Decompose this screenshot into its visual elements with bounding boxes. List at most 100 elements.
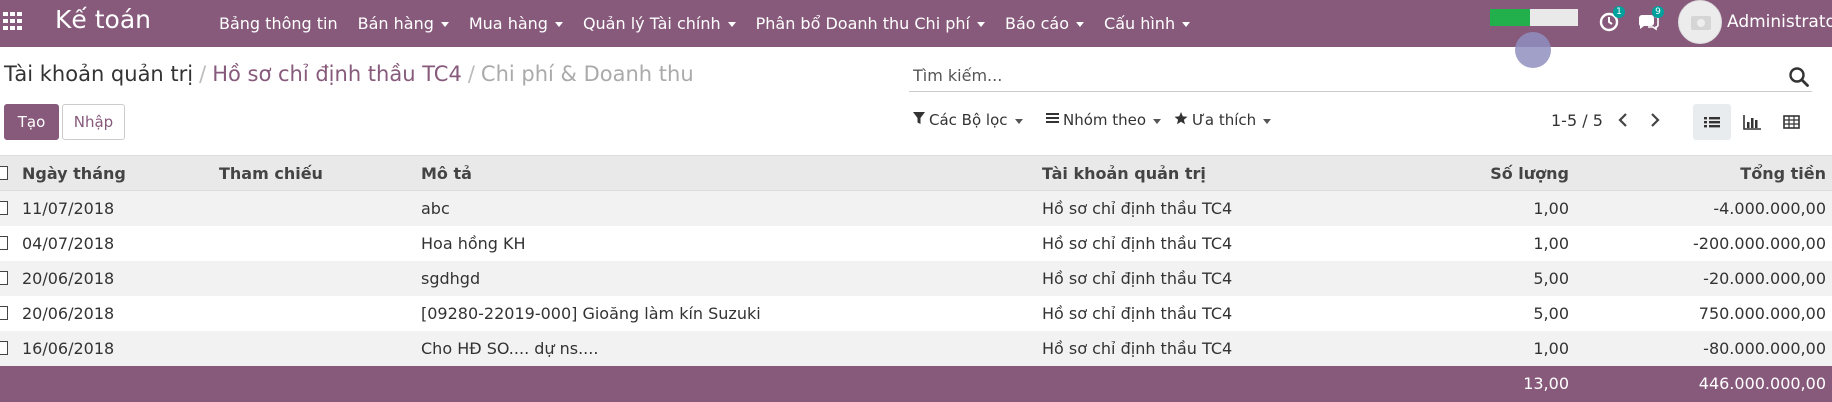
cell-total: -4.000.000,00 [1713, 199, 1826, 218]
user-avatar[interactable] [1678, 0, 1722, 44]
breadcrumb: Tài khoản quản trị / Hồ sơ chỉ định thầu T… [4, 62, 694, 86]
header-desc[interactable]: Mô tả [421, 156, 472, 192]
chevron-down-icon [1153, 118, 1162, 124]
create-button[interactable]: Tạo [4, 104, 59, 140]
cell-total: -200.000.000,00 [1692, 234, 1826, 253]
breadcrumb-current: Chi phí & Doanh thu [480, 62, 694, 86]
menu-item[interactable]: Mua hàng [469, 14, 563, 33]
search-icon[interactable] [1788, 66, 1810, 88]
menu-item-label: Cấu hình [1104, 14, 1176, 33]
row-checkbox[interactable] [0, 341, 8, 355]
cell-account: Hồ sơ chỉ định thầu TC4 [1042, 339, 1233, 358]
table-row[interactable]: 20/06/2018 sgdhgd Hồ sơ chỉ định thầu TC4 5… [0, 261, 1832, 296]
table-header: Ngày tháng Tham chiếu Mô tả Tài khoản qu… [0, 155, 1832, 191]
cell-qty: 1,00 [1533, 199, 1569, 218]
app-title: Kế toán [55, 5, 151, 34]
footer-total-sum: 446.000.000,00 [1698, 374, 1826, 393]
favorites-label: Ưa thích [1192, 111, 1257, 129]
cell-account: Hồ sơ chỉ định thầu TC4 [1042, 199, 1233, 218]
cell-total: -20.000.000,00 [1703, 269, 1826, 288]
header-qty[interactable]: Số lượng [1420, 156, 1569, 192]
cell-account: Hồ sơ chỉ định thầu TC4 [1042, 234, 1233, 253]
top-navbar: Kế toán Bảng thông tin Bán hàng Mua hàng Qu… [0, 0, 1832, 47]
menu-item[interactable]: Quản lý Tài chính [583, 14, 736, 33]
header-ref[interactable]: Tham chiếu [219, 156, 323, 192]
breadcrumb-mid[interactable]: Hồ sơ chỉ định thầu TC4 [212, 62, 462, 86]
cell-account: Hồ sơ chỉ định thầu TC4 [1042, 269, 1233, 288]
select-all-checkbox[interactable] [0, 166, 8, 180]
menu-item[interactable]: Bảng thông tin [219, 14, 338, 33]
user-name[interactable]: Administrator [1727, 12, 1832, 32]
pivot-view-icon[interactable] [1773, 104, 1811, 140]
menu-item-label: Bảng thông tin [219, 14, 338, 33]
menu-item[interactable]: Báo cáo [1004, 14, 1085, 33]
table-row[interactable]: 20/06/2018 [09280-22019-000] Gioăng làm k… [0, 296, 1832, 331]
row-checkbox[interactable] [0, 306, 8, 320]
table-row[interactable]: 16/06/2018 Cho HĐ SO.... dự ns.... Hồ sơ c… [0, 331, 1832, 366]
cell-total: -80.000.000,00 [1703, 339, 1826, 358]
table-row[interactable]: 11/07/2018 abc Hồ sơ chỉ định thầu TC4 1,00… [0, 191, 1832, 226]
cell-date: 11/07/2018 [22, 199, 115, 218]
cell-desc: Hoa hồng KH [421, 234, 526, 253]
pager-value[interactable]: 1-5 / 5 [1551, 111, 1603, 130]
search-input[interactable] [913, 66, 1773, 85]
menu-item-label: Quản lý Tài chính [582, 14, 721, 33]
cell-date: 04/07/2018 [22, 234, 115, 253]
chevron-down-icon [1263, 118, 1272, 124]
chevron-down-icon [727, 22, 736, 27]
cell-qty: 5,00 [1533, 304, 1569, 323]
messages-icon[interactable]: 9 [1636, 6, 1664, 33]
search-bar [909, 62, 1812, 92]
apps-grid-icon[interactable] [3, 12, 25, 30]
cell-total: 750.000.000,00 [1698, 304, 1826, 323]
cell-account: Hồ sơ chỉ định thầu TC4 [1042, 304, 1233, 323]
progress-fill [1490, 9, 1530, 26]
row-checkbox[interactable] [0, 236, 8, 250]
graph-view-icon[interactable] [1733, 104, 1771, 140]
pager-next-icon[interactable] [1645, 108, 1665, 132]
breadcrumb-separator: / [199, 62, 207, 86]
list-bars-icon [1046, 112, 1059, 128]
breadcrumb-separator: / [467, 62, 475, 86]
filters-label: Các Bộ lọc [929, 111, 1008, 129]
footer-qty-sum: 13,00 [1523, 374, 1569, 393]
menu-item-label: Mua hàng [468, 14, 548, 33]
group-by-button[interactable]: Nhóm theo [1046, 111, 1162, 129]
menu-item[interactable]: Cấu hình [1104, 14, 1191, 33]
row-checkbox[interactable] [0, 201, 8, 215]
menu-item-label: Phân bổ Doanh thu Chi phí [755, 14, 970, 33]
cell-desc: Cho HĐ SO.... dự ns.... [421, 339, 599, 358]
menu-item-label: Bán hàng [357, 14, 434, 33]
cell-desc: abc [421, 199, 450, 218]
header-total[interactable]: Tổng tiền [1650, 156, 1826, 192]
table-row[interactable]: 04/07/2018 Hoa hồng KH Hồ sơ chỉ định thầu… [0, 226, 1832, 261]
pager-previous-icon[interactable] [1613, 108, 1633, 132]
breadcrumb-root[interactable]: Tài khoản quản trị [4, 62, 193, 86]
group-by-label: Nhóm theo [1063, 111, 1147, 129]
cell-qty: 5,00 [1533, 269, 1569, 288]
main-menu: Bảng thông tin Bán hàng Mua hàng Quản lý Tà… [219, 0, 1210, 47]
filters-button[interactable]: Các Bộ lọc [913, 111, 1023, 129]
menu-item[interactable]: Bán hàng [358, 14, 449, 33]
chevron-down-icon [1076, 22, 1085, 27]
table-footer: 13,00 446.000.000,00 [0, 366, 1832, 402]
menu-item-label: Báo cáo [1004, 14, 1070, 33]
row-checkbox[interactable] [0, 271, 8, 285]
messages-badge: 9 [1652, 6, 1664, 18]
import-button[interactable]: Nhập [62, 104, 125, 140]
activity-clock-icon[interactable]: 1 [1597, 6, 1625, 33]
menu-item[interactable]: Phân bổ Doanh thu Chi phí [756, 14, 985, 33]
list-view-icon[interactable] [1693, 104, 1731, 140]
cell-desc: [09280-22019-000] Gioăng làm kín Suzuki [421, 304, 761, 323]
cell-date: 16/06/2018 [22, 339, 115, 358]
header-date[interactable]: Ngày tháng [22, 156, 126, 192]
chevron-down-icon [976, 22, 985, 27]
cell-qty: 1,00 [1533, 339, 1569, 358]
header-account[interactable]: Tài khoản quản trị [1042, 156, 1206, 192]
filter-icon [913, 111, 925, 129]
favorites-button[interactable]: Ưa thích [1174, 111, 1272, 129]
chevron-down-icon [1014, 118, 1023, 124]
cell-qty: 1,00 [1533, 234, 1569, 253]
activity-badge: 1 [1613, 6, 1625, 18]
chevron-down-icon [440, 22, 449, 27]
